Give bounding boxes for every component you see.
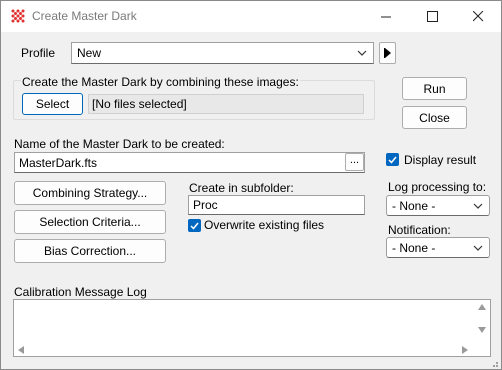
profile-menu-button[interactable] (379, 42, 396, 64)
run-button[interactable]: Run (402, 77, 467, 100)
minimize-button[interactable] (363, 1, 409, 32)
chevron-down-icon (473, 196, 483, 215)
scroll-right-icon[interactable] (462, 346, 468, 354)
dialog-window: Create Master Dark Profile New Create th… (0, 0, 502, 370)
horizontal-scrollbar[interactable] (14, 342, 474, 356)
log-processing-label: Log processing to: (388, 180, 487, 194)
close-button[interactable]: Close (402, 106, 467, 129)
maximize-button[interactable] (409, 1, 455, 32)
checkmark-icon (190, 222, 199, 230)
resize-grip-icon[interactable] (489, 358, 499, 368)
profile-label: Profile (21, 46, 56, 60)
notification-label: Notification: (388, 223, 451, 237)
selection-criteria-label: Selection Criteria... (39, 215, 141, 229)
close-window-button[interactable] (455, 1, 501, 32)
files-display: [No files selected] (88, 94, 364, 114)
app-icon (11, 9, 25, 23)
scroll-down-icon[interactable] (478, 327, 486, 333)
play-arrow-icon (383, 48, 391, 58)
selection-criteria-button[interactable]: Selection Criteria... (14, 210, 166, 234)
log-processing-value: - None - (392, 198, 436, 213)
subfolder-value: Proc (193, 198, 218, 212)
run-button-label: Run (423, 81, 446, 96)
bias-correction-label: Bias Correction... (43, 244, 137, 258)
name-input[interactable]: MasterDark.fts (14, 152, 365, 173)
select-button[interactable]: Select (22, 93, 83, 115)
browse-button-label: ... (349, 154, 360, 166)
minimize-icon (380, 16, 391, 18)
scroll-up-icon[interactable] (478, 304, 486, 310)
display-result-label: Display result (404, 153, 477, 167)
select-button-label: Select (35, 97, 70, 111)
overwrite-label: Overwrite existing files (204, 218, 325, 232)
notification-value: - None - (392, 240, 436, 255)
profile-select[interactable]: New (71, 42, 374, 64)
subfolder-label: Create in subfolder: (189, 181, 294, 195)
message-log-area[interactable] (13, 299, 491, 357)
overwrite-checkbox[interactable] (188, 219, 201, 232)
subfolder-input[interactable]: Proc (188, 195, 365, 215)
display-result-checkbox[interactable] (386, 153, 399, 166)
profile-value: New (77, 46, 102, 60)
combining-strategy-label: Combining Strategy... (32, 186, 148, 200)
chevron-down-icon (357, 43, 367, 63)
name-label: Name of the Master Dark to be created: (14, 137, 225, 151)
message-log-label: Calibration Message Log (14, 285, 147, 299)
close-button-label: Close (419, 110, 450, 125)
browse-button[interactable]: ... (345, 153, 364, 171)
maximize-icon (426, 11, 438, 22)
window-title: Create Master Dark (32, 9, 137, 23)
log-processing-select[interactable]: - None - (386, 195, 490, 216)
combining-strategy-button[interactable]: Combining Strategy... (14, 181, 166, 205)
title-bar: Create Master Dark (1, 1, 501, 32)
notification-select[interactable]: - None - (386, 237, 490, 258)
scroll-left-icon[interactable] (18, 346, 24, 354)
name-value: MasterDark.fts (19, 155, 98, 170)
files-value: [No files selected] (92, 97, 187, 111)
bias-correction-button[interactable]: Bias Correction... (14, 239, 166, 263)
checkmark-icon (388, 156, 397, 164)
chevron-down-icon (473, 238, 483, 257)
close-icon (472, 11, 483, 22)
vertical-scrollbar[interactable] (474, 300, 490, 356)
images-group-label: Create the Master Dark by combining thes… (21, 75, 300, 89)
